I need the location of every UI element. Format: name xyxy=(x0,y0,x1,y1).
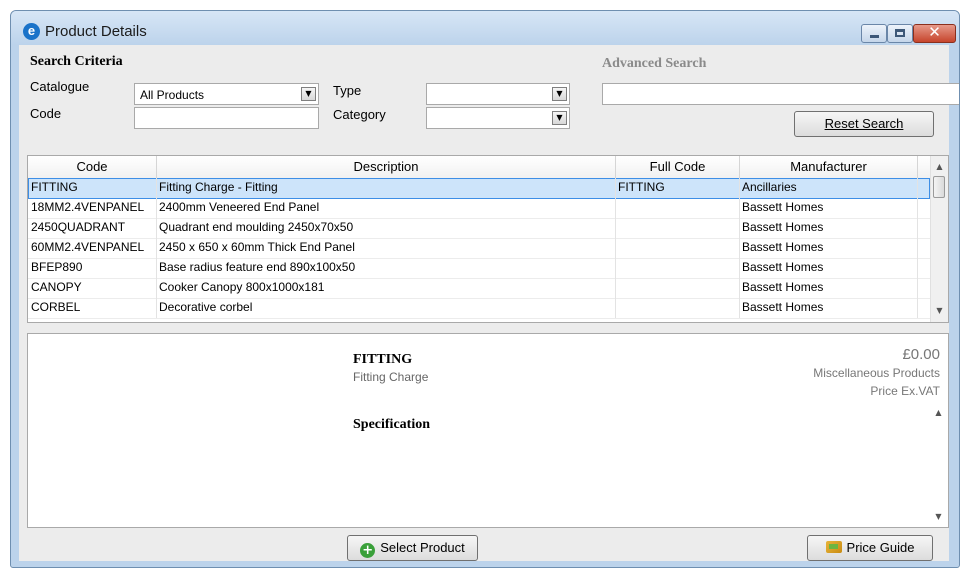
client-area: Search Criteria Catalogue All Products ▼… xyxy=(19,45,959,561)
chevron-down-icon[interactable]: ▼ xyxy=(301,87,316,101)
column-header-code[interactable]: Code xyxy=(28,159,156,174)
table-scrollbar[interactable]: ▲ ▼ xyxy=(930,156,948,322)
search-criteria-heading: Search Criteria xyxy=(30,54,123,69)
category-dropdown[interactable]: ▼ xyxy=(426,107,570,129)
maximize-icon xyxy=(895,29,905,37)
cell-code: 2450QUADRANT xyxy=(31,220,126,234)
table-body: FITTING Fitting Charge - Fitting FITTING… xyxy=(28,178,930,322)
table-row[interactable]: CANOPY Cooker Canopy 800x1000x181 Basset… xyxy=(28,278,930,299)
price-guide-button[interactable]: Price Guide xyxy=(807,535,933,561)
cell-description: Fitting Charge - Fitting xyxy=(159,180,278,194)
detail-price-note: Price Ex.VAT xyxy=(870,384,940,398)
specification-heading: Specification xyxy=(353,417,430,432)
price-guide-icon xyxy=(825,541,842,553)
detail-category: Miscellaneous Products xyxy=(813,366,940,380)
cell-manufacturer: Bassett Homes xyxy=(742,200,824,214)
catalogue-dropdown[interactable]: All Products ▼ xyxy=(134,83,319,105)
price-guide-label: Price Guide xyxy=(846,540,915,555)
code-label: Code xyxy=(30,106,62,121)
cell-manufacturer: Bassett Homes xyxy=(742,300,824,314)
chevron-down-icon[interactable]: ▼ xyxy=(552,111,567,125)
reset-search-button[interactable]: Reset Search xyxy=(794,111,934,137)
column-header-manufacturer[interactable]: Manufacturer xyxy=(740,159,917,174)
table-row[interactable]: CORBEL Decorative corbel Bassett Homes xyxy=(28,298,930,319)
scroll-up-icon[interactable]: ▲ xyxy=(930,404,947,422)
minimize-button[interactable] xyxy=(861,24,887,43)
cell-manufacturer: Bassett Homes xyxy=(742,280,824,294)
product-details-window: e Product Details ✕ Search Criteria Cata… xyxy=(10,10,960,568)
table-row[interactable]: 60MM2.4VENPANEL 2450 x 650 x 60mm Thick … xyxy=(28,238,930,259)
table-row[interactable]: FITTING Fitting Charge - Fitting FITTING… xyxy=(28,178,930,199)
select-product-label: Select Product xyxy=(380,540,465,555)
minimize-icon xyxy=(870,35,879,38)
scroll-up-icon[interactable]: ▲ xyxy=(931,158,948,176)
type-label: Type xyxy=(333,83,362,98)
advanced-search-input[interactable] xyxy=(602,83,959,105)
reset-search-label: Reset Search xyxy=(824,116,904,131)
cell-code: CORBEL xyxy=(31,300,81,314)
cell-code: 18MM2.4VENPANEL xyxy=(31,200,145,214)
cell-manufacturer: Bassett Homes xyxy=(742,220,824,234)
advanced-search-heading: Advanced Search xyxy=(602,56,707,71)
column-header-description[interactable]: Description xyxy=(157,159,615,174)
cell-description: 2450 x 650 x 60mm Thick End Panel xyxy=(159,240,355,254)
catalogue-label: Catalogue xyxy=(30,79,90,94)
detail-price: £0.00 xyxy=(902,346,940,363)
close-icon: ✕ xyxy=(928,23,941,41)
product-table: Code Description Full Code Manufacturer … xyxy=(27,155,949,323)
cell-description: Base radius feature end 890x100x50 xyxy=(159,260,356,274)
select-product-button[interactable]: + Select Product xyxy=(347,535,478,561)
cell-code: FITTING xyxy=(31,180,78,194)
code-input[interactable] xyxy=(134,107,319,129)
specification-scrollbar[interactable]: ▲ ▼ xyxy=(930,404,948,526)
app-logo-icon: e xyxy=(23,23,40,40)
cell-manufacturer: Ancillaries xyxy=(742,180,797,194)
window-title: Product Details xyxy=(45,23,147,40)
cell-code: 60MM2.4VENPANEL xyxy=(31,240,145,254)
detail-product-code: FITTING xyxy=(353,352,413,367)
detail-product-name: Fitting Charge xyxy=(353,370,429,384)
cell-full-code: FITTING xyxy=(618,180,665,194)
type-dropdown[interactable]: ▼ xyxy=(426,83,570,105)
table-header: Code Description Full Code Manufacturer xyxy=(28,156,930,179)
scrollbar-thumb[interactable] xyxy=(933,176,945,198)
cell-description: Quadrant end moulding 2450x70x50 xyxy=(159,220,354,234)
cell-description: 2400mm Veneered End Panel xyxy=(159,200,320,214)
cell-manufacturer: Bassett Homes xyxy=(742,240,824,254)
cell-manufacturer: Bassett Homes xyxy=(742,260,824,274)
category-label: Category xyxy=(333,107,386,122)
cell-description: Cooker Canopy 800x1000x181 xyxy=(159,280,325,294)
chevron-down-icon[interactable]: ▼ xyxy=(552,87,567,101)
scroll-down-icon[interactable]: ▼ xyxy=(930,508,947,526)
column-header-full-code[interactable]: Full Code xyxy=(616,159,739,174)
catalogue-value: All Products xyxy=(140,88,205,102)
close-button[interactable]: ✕ xyxy=(913,23,956,43)
cell-code: BFEP890 xyxy=(31,260,83,274)
table-row[interactable]: BFEP890 Base radius feature end 890x100x… xyxy=(28,258,930,279)
product-detail-panel: FITTING Fitting Charge £0.00 Miscellaneo… xyxy=(27,333,949,528)
maximize-button[interactable] xyxy=(887,24,913,43)
cell-description: Decorative corbel xyxy=(159,300,253,314)
plus-circle-icon: + xyxy=(360,543,376,558)
table-row[interactable]: 2450QUADRANT Quadrant end moulding 2450x… xyxy=(28,218,930,239)
cell-code: CANOPY xyxy=(31,280,82,294)
scroll-down-icon[interactable]: ▼ xyxy=(931,302,948,320)
title-bar[interactable]: e Product Details ✕ xyxy=(11,11,959,45)
table-row[interactable]: 18MM2.4VENPANEL 2400mm Veneered End Pane… xyxy=(28,198,930,219)
